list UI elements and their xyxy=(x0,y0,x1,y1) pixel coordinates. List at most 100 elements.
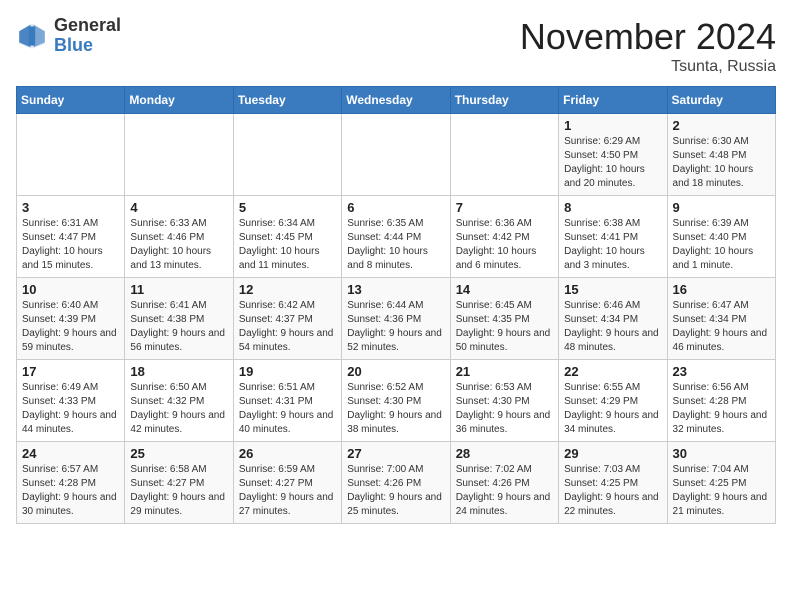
calendar-cell: 1 Sunrise: 6:29 AM Sunset: 4:50 PM Daylig… xyxy=(559,114,667,196)
day-number: 21 xyxy=(456,364,553,379)
day-info: Sunrise: 6:58 AM Sunset: 4:27 PM Dayligh… xyxy=(130,463,227,519)
day-number: 2 xyxy=(673,118,770,133)
day-info: Sunrise: 6:40 AM Sunset: 4:39 PM Dayligh… xyxy=(22,299,119,355)
day-info: Sunrise: 6:52 AM Sunset: 4:30 PM Dayligh… xyxy=(347,381,444,437)
weekday-header: Sunday xyxy=(17,87,125,114)
logo-text: General Blue xyxy=(54,16,121,56)
day-number: 12 xyxy=(239,282,336,297)
calendar-cell: 25 Sunrise: 6:58 AM Sunset: 4:27 PM Dayli… xyxy=(125,442,233,524)
calendar-cell: 9 Sunrise: 6:39 AM Sunset: 4:40 PM Daylig… xyxy=(667,196,775,278)
day-number: 15 xyxy=(564,282,661,297)
day-info: Sunrise: 7:00 AM Sunset: 4:26 PM Dayligh… xyxy=(347,463,444,519)
day-number: 17 xyxy=(22,364,119,379)
page-header: General Blue November 2024 Tsunta, Russi… xyxy=(16,16,776,76)
calendar-cell: 6 Sunrise: 6:35 AM Sunset: 4:44 PM Daylig… xyxy=(342,196,450,278)
day-number: 7 xyxy=(456,200,553,215)
day-number: 5 xyxy=(239,200,336,215)
day-number: 3 xyxy=(22,200,119,215)
weekday-header: Saturday xyxy=(667,87,775,114)
day-info: Sunrise: 6:51 AM Sunset: 4:31 PM Dayligh… xyxy=(239,381,336,437)
weekday-header: Thursday xyxy=(450,87,558,114)
calendar-cell: 15 Sunrise: 6:46 AM Sunset: 4:34 PM Dayli… xyxy=(559,278,667,360)
logo-blue-text: Blue xyxy=(54,36,121,56)
day-number: 16 xyxy=(673,282,770,297)
day-number: 29 xyxy=(564,446,661,461)
day-number: 28 xyxy=(456,446,553,461)
day-info: Sunrise: 6:45 AM Sunset: 4:35 PM Dayligh… xyxy=(456,299,553,355)
day-info: Sunrise: 7:04 AM Sunset: 4:25 PM Dayligh… xyxy=(673,463,770,519)
calendar-cell: 28 Sunrise: 7:02 AM Sunset: 4:26 PM Dayli… xyxy=(450,442,558,524)
day-info: Sunrise: 7:03 AM Sunset: 4:25 PM Dayligh… xyxy=(564,463,661,519)
day-info: Sunrise: 6:34 AM Sunset: 4:45 PM Dayligh… xyxy=(239,217,336,273)
weekday-header: Friday xyxy=(559,87,667,114)
day-info: Sunrise: 6:47 AM Sunset: 4:34 PM Dayligh… xyxy=(673,299,770,355)
calendar-cell: 16 Sunrise: 6:47 AM Sunset: 4:34 PM Dayli… xyxy=(667,278,775,360)
location-text: Tsunta, Russia xyxy=(520,58,776,76)
day-number: 6 xyxy=(347,200,444,215)
day-info: Sunrise: 6:42 AM Sunset: 4:37 PM Dayligh… xyxy=(239,299,336,355)
day-info: Sunrise: 6:53 AM Sunset: 4:30 PM Dayligh… xyxy=(456,381,553,437)
calendar-cell: 24Sunrise: 6:57 AM Sunset: 4:28 PM Dayli… xyxy=(17,442,125,524)
day-info: Sunrise: 6:55 AM Sunset: 4:29 PM Dayligh… xyxy=(564,381,661,437)
day-number: 10 xyxy=(22,282,119,297)
calendar-cell: 14Sunrise: 6:45 AM Sunset: 4:35 PM Dayli… xyxy=(450,278,558,360)
day-number: 11 xyxy=(130,282,227,297)
day-info: Sunrise: 6:44 AM Sunset: 4:36 PM Dayligh… xyxy=(347,299,444,355)
calendar-cell: 19 Sunrise: 6:51 AM Sunset: 4:31 PM Dayli… xyxy=(233,360,341,442)
day-info: Sunrise: 6:50 AM Sunset: 4:32 PM Dayligh… xyxy=(130,381,227,437)
day-number: 4 xyxy=(130,200,227,215)
day-info: Sunrise: 6:49 AM Sunset: 4:33 PM Dayligh… xyxy=(22,381,119,437)
day-info: Sunrise: 6:35 AM Sunset: 4:44 PM Dayligh… xyxy=(347,217,444,273)
calendar-cell: 13Sunrise: 6:44 AM Sunset: 4:36 PM Dayli… xyxy=(342,278,450,360)
calendar-cell: 23 Sunrise: 6:56 AM Sunset: 4:28 PM Dayli… xyxy=(667,360,775,442)
day-number: 24 xyxy=(22,446,119,461)
calendar-cell: 17 Sunrise: 6:49 AM Sunset: 4:33 PM Dayli… xyxy=(17,360,125,442)
day-number: 9 xyxy=(673,200,770,215)
calendar-table: SundayMondayTuesdayWednesdayThursdayFrid… xyxy=(16,86,776,524)
calendar-cell: 3 Sunrise: 6:31 AM Sunset: 4:47 PM Daylig… xyxy=(17,196,125,278)
day-number: 1 xyxy=(564,118,661,133)
calendar-cell: 4 Sunrise: 6:33 AM Sunset: 4:46 PM Daylig… xyxy=(125,196,233,278)
day-number: 27 xyxy=(347,446,444,461)
calendar-cell: 30 Sunrise: 7:04 AM Sunset: 4:25 PM Dayli… xyxy=(667,442,775,524)
day-number: 25 xyxy=(130,446,227,461)
weekday-header: Wednesday xyxy=(342,87,450,114)
calendar-week-row: 17 Sunrise: 6:49 AM Sunset: 4:33 PM Dayli… xyxy=(17,360,776,442)
day-number: 22 xyxy=(564,364,661,379)
calendar-cell: 20 Sunrise: 6:52 AM Sunset: 4:30 PM Dayli… xyxy=(342,360,450,442)
calendar-cell xyxy=(233,114,341,196)
day-info: Sunrise: 6:31 AM Sunset: 4:47 PM Dayligh… xyxy=(22,217,119,273)
calendar-cell: 22 Sunrise: 6:55 AM Sunset: 4:29 PM Dayli… xyxy=(559,360,667,442)
calendar-week-row: 24Sunrise: 6:57 AM Sunset: 4:28 PM Dayli… xyxy=(17,442,776,524)
day-info: Sunrise: 7:02 AM Sunset: 4:26 PM Dayligh… xyxy=(456,463,553,519)
day-info: Sunrise: 6:59 AM Sunset: 4:27 PM Dayligh… xyxy=(239,463,336,519)
calendar-cell: 21 Sunrise: 6:53 AM Sunset: 4:30 PM Dayli… xyxy=(450,360,558,442)
day-info: Sunrise: 6:41 AM Sunset: 4:38 PM Dayligh… xyxy=(130,299,227,355)
calendar-header-row: SundayMondayTuesdayWednesdayThursdayFrid… xyxy=(17,87,776,114)
day-info: Sunrise: 6:33 AM Sunset: 4:46 PM Dayligh… xyxy=(130,217,227,273)
calendar-cell xyxy=(342,114,450,196)
logo-icon xyxy=(16,20,48,52)
day-number: 23 xyxy=(673,364,770,379)
calendar-cell: 29 Sunrise: 7:03 AM Sunset: 4:25 PM Dayli… xyxy=(559,442,667,524)
logo[interactable]: General Blue xyxy=(16,16,121,56)
day-info: Sunrise: 6:29 AM Sunset: 4:50 PM Dayligh… xyxy=(564,135,661,191)
day-number: 8 xyxy=(564,200,661,215)
day-info: Sunrise: 6:38 AM Sunset: 4:41 PM Dayligh… xyxy=(564,217,661,273)
calendar-cell: 12 Sunrise: 6:42 AM Sunset: 4:37 PM Dayli… xyxy=(233,278,341,360)
weekday-header: Tuesday xyxy=(233,87,341,114)
day-number: 30 xyxy=(673,446,770,461)
day-number: 19 xyxy=(239,364,336,379)
day-info: Sunrise: 6:39 AM Sunset: 4:40 PM Dayligh… xyxy=(673,217,770,273)
calendar-week-row: 1 Sunrise: 6:29 AM Sunset: 4:50 PM Daylig… xyxy=(17,114,776,196)
day-info: Sunrise: 6:46 AM Sunset: 4:34 PM Dayligh… xyxy=(564,299,661,355)
calendar-cell: 26Sunrise: 6:59 AM Sunset: 4:27 PM Dayli… xyxy=(233,442,341,524)
calendar-cell: 11 Sunrise: 6:41 AM Sunset: 4:38 PM Dayli… xyxy=(125,278,233,360)
calendar-cell: 27 Sunrise: 7:00 AM Sunset: 4:26 PM Dayli… xyxy=(342,442,450,524)
calendar-cell: 7Sunrise: 6:36 AM Sunset: 4:42 PM Daylig… xyxy=(450,196,558,278)
calendar-cell: 2Sunrise: 6:30 AM Sunset: 4:48 PM Daylig… xyxy=(667,114,775,196)
title-block: November 2024 Tsunta, Russia xyxy=(520,16,776,76)
day-number: 18 xyxy=(130,364,227,379)
day-number: 20 xyxy=(347,364,444,379)
day-info: Sunrise: 6:56 AM Sunset: 4:28 PM Dayligh… xyxy=(673,381,770,437)
